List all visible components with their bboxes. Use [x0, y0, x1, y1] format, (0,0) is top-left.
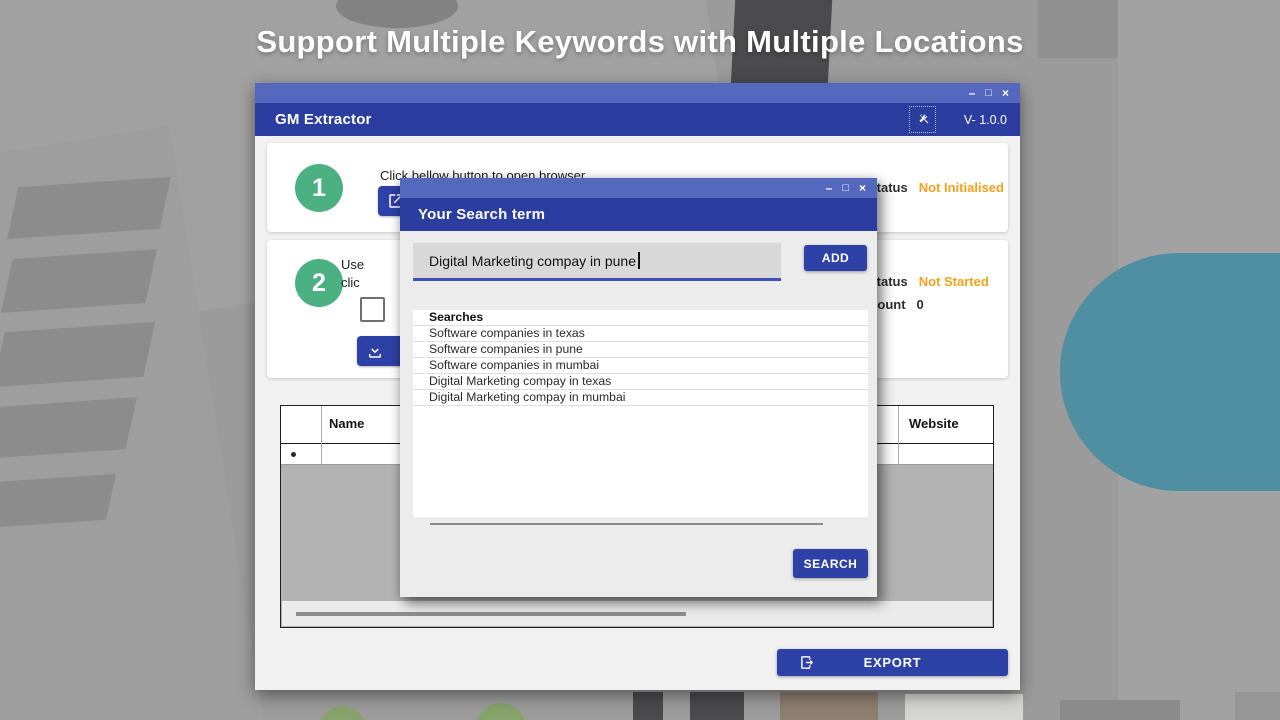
searches-list: Searches Software companies in texas Sof… [413, 310, 868, 517]
column-header-website[interactable]: Website [909, 416, 959, 431]
map-water-shape [1060, 253, 1280, 491]
status-value: Not Started [919, 274, 989, 289]
export-label: EXPORT [816, 655, 969, 670]
search-list-item[interactable]: Software companies in mumbai [413, 358, 868, 374]
map-block [780, 692, 878, 720]
minimize-icon[interactable]: – [969, 87, 976, 99]
add-button[interactable]: ADD [804, 245, 867, 271]
desktop-background: Support Multiple Keywords with Multiple … [0, 0, 1280, 720]
maximize-icon[interactable]: □ [842, 183, 849, 194]
count-value: 0 [917, 297, 924, 312]
close-icon[interactable]: × [1002, 87, 1009, 99]
map-road [633, 692, 663, 720]
column-divider [898, 406, 899, 464]
dialog-title-bar[interactable]: Your Search term [400, 198, 877, 231]
search-term-input[interactable]: Digital Marketing compay in pune [413, 243, 781, 281]
maximize-icon[interactable]: □ [985, 88, 992, 99]
page-title: Support Multiple Keywords with Multiple … [0, 24, 1280, 60]
dialog-title: Your Search term [418, 206, 545, 223]
step1-badge: 1 [295, 164, 343, 212]
new-row-marker-icon [291, 452, 296, 457]
map-block [1060, 700, 1180, 720]
search-list-item[interactable]: Digital Marketing compay in texas [413, 374, 868, 390]
title-bar-right: V- 1.0.0 [909, 106, 1007, 133]
settings-button[interactable] [909, 106, 936, 133]
scrollbar-thumb[interactable] [296, 612, 686, 616]
minimize-icon[interactable]: – [826, 182, 833, 194]
app-title: GM Extractor [275, 111, 372, 128]
save-icon [366, 342, 384, 360]
step2-checkbox[interactable] [360, 297, 385, 322]
map-road [690, 692, 744, 720]
map-tree [476, 703, 526, 720]
column-header-name[interactable]: Name [329, 416, 364, 431]
step1-status: Status Not Initialised [868, 180, 1004, 195]
map-block [1, 249, 157, 313]
map-block [1235, 692, 1280, 720]
step2-badge: 2 [295, 259, 343, 307]
text-caret [638, 252, 640, 269]
close-icon[interactable]: × [859, 182, 866, 194]
map-block [0, 474, 116, 528]
map-block [0, 397, 137, 458]
table-hscrollbar[interactable] [282, 601, 992, 626]
app-title-bar[interactable]: GM Extractor V- 1.0.0 [255, 103, 1020, 136]
search-button[interactable]: SEARCH [793, 549, 868, 578]
export-button[interactable]: EXPORT [777, 649, 1008, 676]
map-tree [320, 706, 366, 720]
search-list-item[interactable]: Software companies in texas [413, 326, 868, 342]
search-list-item[interactable]: Software companies in pune [413, 342, 868, 358]
step2-instruction: Use clic [341, 256, 364, 292]
window-control-strip: – □ × [255, 83, 1020, 103]
column-divider [321, 406, 322, 464]
tools-icon [916, 112, 929, 128]
search-list-item[interactable]: Digital Marketing compay in mumbai [413, 390, 868, 406]
version-label: V- 1.0.0 [964, 113, 1007, 127]
dialog-control-strip: – □ × [400, 178, 877, 198]
searches-list-header: Searches [413, 310, 868, 326]
step2-status: Status Not Started [868, 274, 989, 289]
search-term-dialog: – □ × Your Search term Digital Marketing… [400, 178, 877, 597]
map-block [0, 322, 155, 387]
status-value: Not Initialised [919, 180, 1004, 195]
search-term-value: Digital Marketing compay in pune [429, 253, 636, 269]
export-icon [799, 654, 816, 671]
map-block [905, 694, 1023, 720]
dialog-divider [430, 523, 823, 525]
